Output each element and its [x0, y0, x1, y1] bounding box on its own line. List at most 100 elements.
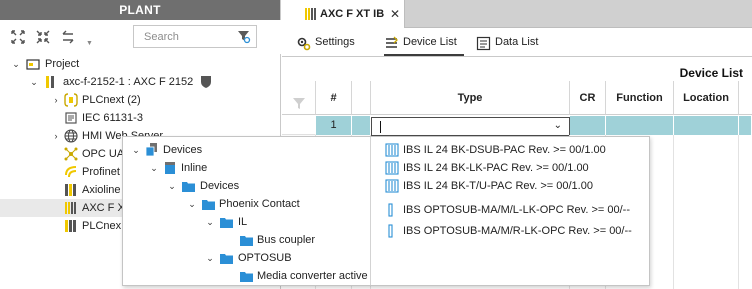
- search-input[interactable]: [134, 26, 230, 47]
- catalog-tree-item-media-converter[interactable]: Media converter active: [123, 267, 370, 285]
- data-list-icon: [476, 35, 491, 51]
- shield-icon: [199, 75, 213, 89]
- column-header-index[interactable]: #: [316, 81, 352, 115]
- document-tab[interactable]: AXC F XT IB ✕: [282, 0, 405, 28]
- editor-tabbar: AXC F XT IB ✕: [282, 0, 752, 28]
- tree-item-label: AXC F X: [82, 202, 125, 214]
- axc-icon: [304, 7, 318, 24]
- column-header-cr[interactable]: CR: [570, 81, 606, 115]
- device-catalog-popup: ⌄ Devices ⌄ Inline ⌄ Devices ⌄ Phoenix C…: [122, 136, 650, 286]
- tree-item-label: Project: [45, 58, 80, 70]
- iec-icon: [64, 111, 78, 125]
- tree-item-iec[interactable]: IEC 61131-3: [0, 109, 281, 127]
- catalog-device-label: IBS IL 24 BK-T/U-PAC Rev. >= 00/1.00: [403, 180, 593, 192]
- column-header-blank: [352, 81, 371, 115]
- folder-icon: [219, 251, 234, 265]
- collapsed-caret-icon[interactable]: ›: [51, 91, 61, 109]
- expanded-caret-icon[interactable]: ⌄: [29, 73, 39, 91]
- catalog-tree-item-devices-root[interactable]: ⌄ Devices: [123, 141, 370, 159]
- collapsed-caret-icon[interactable]: ›: [51, 127, 61, 145]
- column-header-location[interactable]: Location: [674, 81, 739, 115]
- filter-header-cell[interactable]: [282, 81, 316, 115]
- tab-settings[interactable]: Settings: [296, 29, 364, 56]
- axioline-icon: [64, 183, 78, 197]
- catalog-tree-item-phoenix-contact[interactable]: ⌄ Phoenix Contact: [123, 195, 370, 213]
- io-module-icon: [385, 161, 400, 175]
- folder-icon: [219, 215, 234, 229]
- search-box[interactable]: [133, 25, 257, 48]
- row-extra-cell[interactable]: [739, 116, 752, 135]
- filter-search-icon[interactable]: [237, 30, 251, 44]
- profinet-icon: [64, 165, 78, 179]
- tree-item-project[interactable]: ⌄ Project: [0, 55, 281, 73]
- catalog-tree-item-bus-coupler[interactable]: Bus coupler: [123, 231, 370, 249]
- tab-label: Device List: [403, 36, 457, 48]
- catalog-tree-label: Devices: [163, 144, 203, 156]
- catalog-device-label: IBS IL 24 BK-DSUB-PAC Rev. >= 00/1.00: [403, 144, 606, 156]
- globe-icon: [64, 129, 78, 143]
- column-header-function[interactable]: Function: [606, 81, 674, 115]
- tree-item-plcnext[interactable]: › PLCnext (2): [0, 91, 281, 109]
- popup-divider: [370, 137, 371, 285]
- catalog-device-item[interactable]: IBS IL 24 BK-DSUB-PAC Rev. >= 00/1.00: [385, 141, 647, 159]
- close-icon[interactable]: ✕: [390, 0, 400, 28]
- expanded-caret-icon[interactable]: ⌄: [11, 55, 21, 73]
- toolbar-dropdown-icon[interactable]: ▼: [86, 40, 93, 47]
- text-cursor: [380, 121, 381, 133]
- tab-data-list[interactable]: Data List: [476, 29, 546, 56]
- type-dropdown[interactable]: ⌄: [371, 117, 570, 136]
- catalog-device-label: IBS OPTOSUB-MA/M/R-LK-OPC Rev. >= 00/--: [403, 225, 632, 237]
- catalog-tree-item-optosub[interactable]: ⌄ OPTOSUB: [123, 249, 370, 267]
- tree-item-controller[interactable]: ⌄ axc-f-2152-1 : AXC F 2152: [0, 73, 281, 91]
- catalog-tree-label: Inline: [181, 162, 208, 174]
- device-list-title: Device List: [679, 66, 743, 80]
- tree-item-label: PLCnex: [82, 220, 122, 232]
- row-location-cell[interactable]: [674, 116, 739, 135]
- expanded-caret-icon[interactable]: ⌄: [167, 177, 177, 195]
- catalog-device-item[interactable]: IBS OPTOSUB-MA/M/L-LK-OPC Rev. >= 00/--: [385, 201, 647, 219]
- plcnext-icon: [64, 93, 78, 107]
- grid-line: [673, 135, 674, 289]
- tree-item-label: OPC UA: [82, 148, 125, 160]
- catalog-tree-label: Phoenix Contact: [219, 198, 300, 210]
- expanded-caret-icon[interactable]: ⌄: [131, 141, 141, 159]
- tab-device-list[interactable]: Device List: [384, 29, 464, 56]
- row-selector-cell[interactable]: [282, 116, 316, 135]
- catalog-device-item[interactable]: IBS IL 24 BK-T/U-PAC Rev. >= 00/1.00: [385, 177, 647, 195]
- tree-item-label: PLCnext (2): [82, 94, 141, 106]
- devices-root-icon: [145, 143, 160, 157]
- expanded-caret-icon[interactable]: ⌄: [149, 159, 159, 177]
- row-blank-cell[interactable]: [352, 116, 371, 135]
- chevron-down-icon[interactable]: ⌄: [554, 120, 562, 131]
- expand-all-icon[interactable]: [10, 29, 26, 45]
- device-list-icon: [384, 35, 399, 50]
- catalog-tree-item-devices[interactable]: ⌄ Devices: [123, 177, 370, 195]
- collapse-all-icon[interactable]: [35, 29, 51, 45]
- expanded-caret-icon[interactable]: ⌄: [187, 195, 197, 213]
- folder-icon: [201, 197, 216, 211]
- catalog-device-item[interactable]: IBS OPTOSUB-MA/M/R-LK-OPC Rev. >= 00/--: [385, 222, 647, 240]
- slim-module-icon: [387, 224, 402, 238]
- row-index-cell[interactable]: 1: [316, 116, 352, 135]
- tab-label: Settings: [315, 36, 355, 48]
- catalog-device-item[interactable]: IBS IL 24 BK-LK-PAC Rev. >= 00/1.00: [385, 159, 647, 177]
- grid-line: [738, 135, 739, 289]
- catalog-tree-item-il[interactable]: ⌄ IL: [123, 213, 370, 231]
- swap-icon[interactable]: [60, 29, 76, 45]
- row-cr-cell[interactable]: [570, 116, 606, 135]
- expanded-caret-icon[interactable]: ⌄: [205, 249, 215, 267]
- catalog-tree-label: Bus coupler: [257, 234, 316, 246]
- catalog-device-label: IBS OPTOSUB-MA/M/L-LK-OPC Rev. >= 00/--: [403, 204, 630, 216]
- column-header-extra: [739, 81, 752, 115]
- plcnext-module-icon: [64, 219, 78, 233]
- expanded-caret-icon[interactable]: ⌄: [205, 213, 215, 231]
- catalog-tree-label: OPTOSUB: [238, 252, 292, 264]
- controller-icon: [44, 75, 58, 89]
- catalog-tree-label: Devices: [200, 180, 240, 192]
- inline-icon: [163, 161, 178, 175]
- catalog-tree-item-inline[interactable]: ⌄ Inline: [123, 159, 370, 177]
- project-icon: [26, 57, 40, 71]
- column-header-type[interactable]: Type: [371, 81, 570, 115]
- io-module-icon: [385, 143, 400, 157]
- row-function-cell[interactable]: [606, 116, 674, 135]
